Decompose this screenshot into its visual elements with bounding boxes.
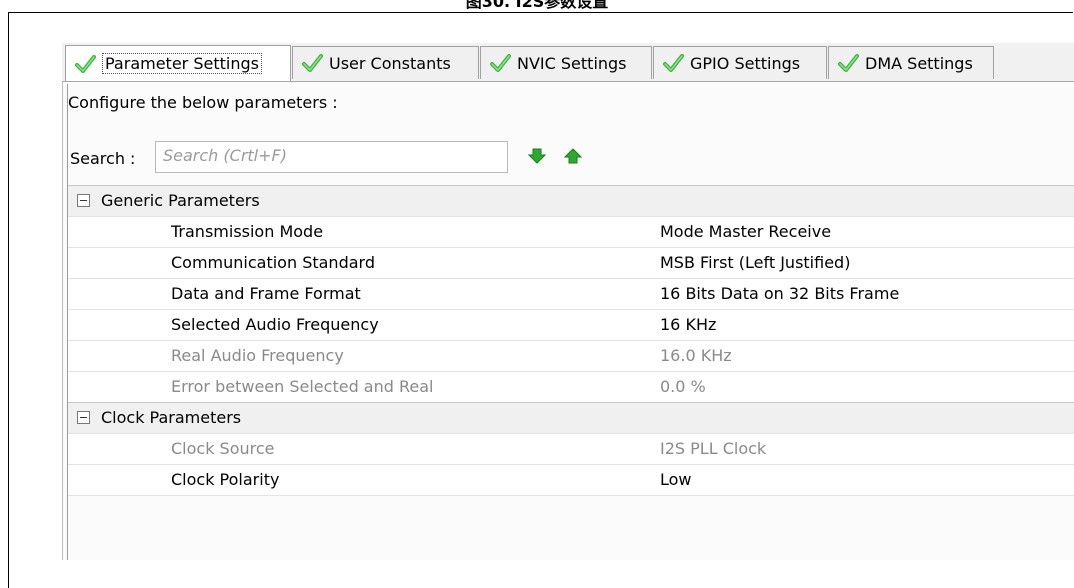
param-name: Data and Frame Format (171, 284, 361, 303)
checkmark-icon (302, 54, 323, 72)
param-value: I2S PLL Clock (660, 439, 767, 458)
tab-dma-settings[interactable]: DMA Settings (828, 46, 994, 79)
param-value[interactable]: MSB First (Left Justified) (660, 253, 850, 272)
tab-label: GPIO Settings (690, 53, 801, 73)
group-title: Clock Parameters (101, 408, 242, 427)
param-name: Error between Selected and Real (171, 377, 434, 396)
checkmark-icon (663, 54, 684, 72)
table-row[interactable]: Selected Audio Frequency 16 KHz (68, 309, 1074, 340)
table-row: Clock Source I2S PLL Clock (68, 433, 1074, 464)
param-name: Communication Standard (171, 253, 375, 272)
group-title: Generic Parameters (101, 191, 260, 210)
checkmark-icon (490, 54, 511, 72)
param-name: Clock Source (171, 439, 275, 458)
checkmark-icon (838, 54, 859, 72)
table-row: Real Audio Frequency 16.0 KHz (68, 340, 1074, 371)
param-value[interactable]: 16 Bits Data on 32 Bits Frame (660, 284, 899, 303)
figure-caption: 图30. I2S参数设置 (465, 0, 609, 11)
param-name: Real Audio Frequency (171, 346, 344, 365)
table-row[interactable]: Transmission Mode Mode Master Receive (68, 216, 1074, 247)
table-row[interactable]: Communication Standard MSB First (Left J… (68, 247, 1074, 278)
tab-label: Parameter Settings (102, 53, 262, 74)
tab-nvic-settings[interactable]: NVIC Settings (480, 46, 652, 79)
collapse-icon[interactable] (77, 411, 90, 424)
table-row[interactable]: Data and Frame Format 16 Bits Data on 32… (68, 278, 1074, 309)
table-row: Error between Selected and Real 0.0 % (68, 371, 1074, 402)
tab-user-constants[interactable]: User Constants (292, 46, 479, 79)
table-row[interactable]: Clock Polarity Low (68, 464, 1074, 495)
parameter-table: Generic Parameters Transmission Mode Mod… (68, 185, 1074, 496)
tab-parameter-settings[interactable]: Parameter Settings (65, 45, 291, 81)
collapse-icon[interactable] (77, 194, 90, 207)
group-header-clock[interactable]: Clock Parameters (68, 402, 1074, 433)
arrow-down-icon[interactable] (528, 148, 546, 164)
param-value[interactable]: Mode Master Receive (660, 222, 831, 241)
checkmark-icon (75, 54, 96, 73)
param-value[interactable]: Low (660, 470, 692, 489)
group-header-generic[interactable]: Generic Parameters (68, 185, 1074, 216)
param-value[interactable]: 16 KHz (660, 315, 716, 334)
tab-label: DMA Settings (865, 53, 973, 73)
param-value: 0.0 % (660, 377, 706, 396)
param-name: Selected Audio Frequency (171, 315, 379, 334)
search-input[interactable]: Search (Crtl+F) (155, 141, 508, 173)
param-name: Transmission Mode (171, 222, 324, 241)
tab-gpio-settings[interactable]: GPIO Settings (653, 46, 827, 79)
configure-instruction: Configure the below parameters : (68, 93, 338, 112)
arrow-up-icon[interactable] (564, 148, 582, 164)
param-name: Clock Polarity (171, 470, 280, 489)
tab-bar: Parameter Settings User Constants NVIC S… (62, 43, 1074, 82)
tab-label: NVIC Settings (517, 53, 627, 73)
tab-label: User Constants (329, 53, 451, 73)
param-value: 16.0 KHz (660, 346, 732, 365)
search-label: Search : (70, 149, 136, 168)
table-bottom-rule (68, 495, 1074, 496)
